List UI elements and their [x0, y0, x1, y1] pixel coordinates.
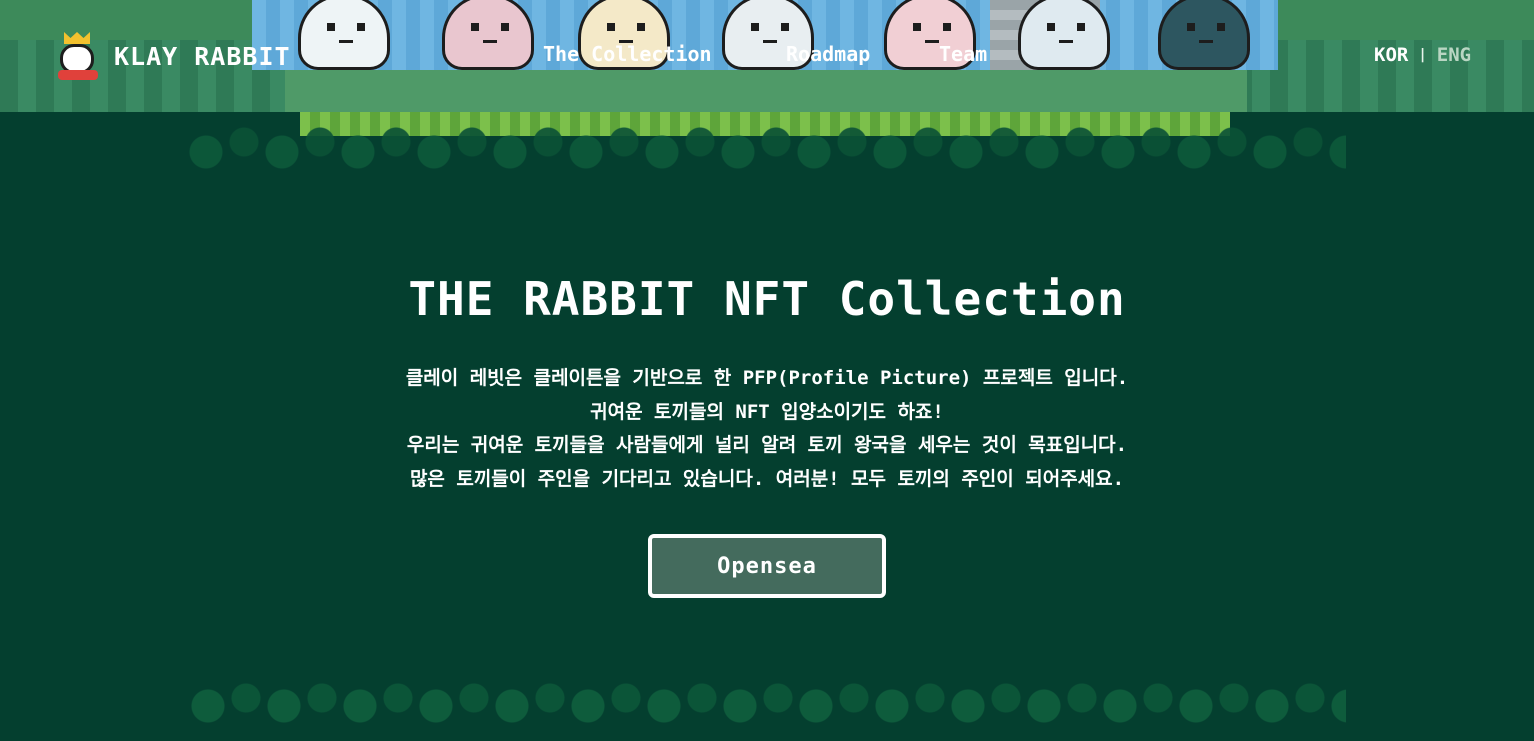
- bushes-top: [186, 112, 1346, 192]
- description-line: 귀여운 토끼들의 NFT 입양소이기도 하죠!: [590, 400, 944, 423]
- main-nav: The Collection Roadmap Team: [0, 42, 1534, 72]
- hero-title: THE RABBIT NFT Collection: [408, 272, 1126, 326]
- description-line: 많은 토끼들이 주인을 기다리고 있습니다. 여러분! 모두 토끼의 주인이 되…: [409, 467, 1125, 490]
- nav-team[interactable]: Team: [939, 42, 987, 66]
- lang-kor[interactable]: KOR: [1374, 44, 1408, 66]
- site-header: KLAY RABBIT The Collection Roadmap Team …: [0, 0, 1534, 112]
- bushes-bottom: [186, 676, 1346, 741]
- language-switcher: KOR | ENG: [1374, 44, 1471, 66]
- description-line: 클레이 레빗은 클레이튼을 기반으로 한 PFP(Profile Picture…: [405, 367, 1129, 389]
- nav-the-collection[interactable]: The Collection: [543, 42, 712, 66]
- hero-description: 클레이 레빗은 클레이튼을 기반으로 한 PFP(Profile Picture…: [0, 362, 1534, 496]
- nav-roadmap[interactable]: Roadmap: [786, 42, 870, 66]
- lang-separator: |: [1418, 47, 1427, 63]
- description-line: 우리는 귀여운 토끼들을 사람들에게 널리 알려 토끼 왕국을 세우는 것이 목…: [406, 434, 1128, 456]
- lang-eng[interactable]: ENG: [1437, 44, 1471, 66]
- opensea-button[interactable]: Opensea: [648, 534, 886, 598]
